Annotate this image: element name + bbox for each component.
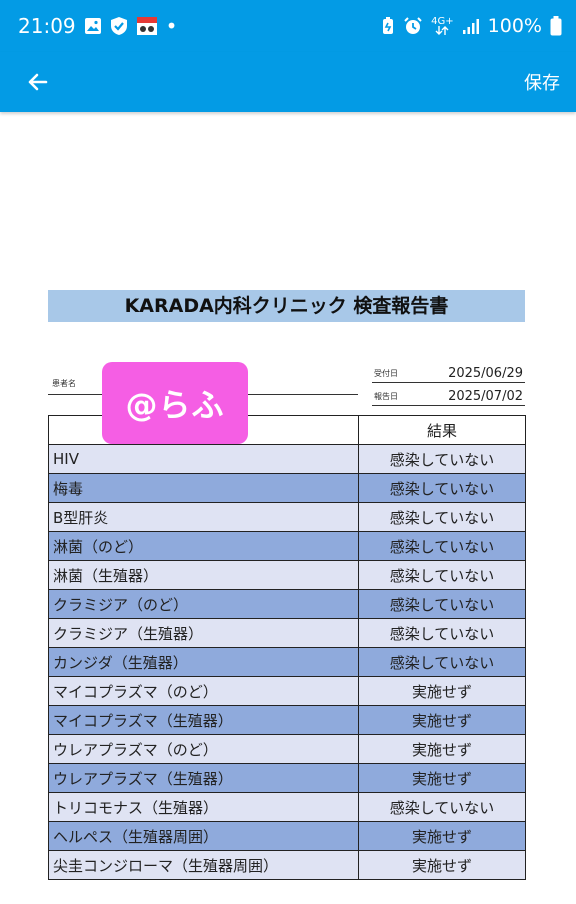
test-result: 感染していない	[358, 444, 526, 474]
test-result: 実施せず	[358, 763, 526, 793]
reported-date: 2025/07/02	[448, 389, 523, 404]
arrow-left-icon	[26, 70, 50, 94]
table-row: マイコプラズマ（のど） 実施せず	[48, 676, 526, 706]
test-result: 感染していない	[358, 560, 526, 590]
test-result: 実施せず	[358, 705, 526, 735]
reported-label: 報告日	[374, 392, 398, 401]
test-result: 実施せず	[358, 821, 526, 851]
test-result: 感染していない	[358, 531, 526, 561]
table-row: 淋菌（のど） 感染していない	[48, 531, 526, 561]
app-badge-icon	[136, 16, 158, 36]
test-result: 実施せず	[358, 676, 526, 706]
table-row: ウレアプラズマ（のど） 実施せず	[48, 734, 526, 764]
patient-label: 患者名	[52, 379, 76, 388]
test-item: HIV	[48, 444, 359, 474]
received-date-row: 受付日 2025/06/29	[372, 362, 525, 383]
test-item: 淋菌（のど）	[48, 531, 359, 561]
status-bar: 21:09 • 4G+ 100%	[0, 0, 576, 52]
signal-icon	[462, 17, 480, 35]
test-result: 実施せず	[358, 850, 526, 880]
test-item: ヘルペス（生殖器周囲）	[48, 821, 359, 851]
table-row: クラミジア（生殖器） 感染していない	[48, 618, 526, 648]
results-table: 検査項目 結果 HIV感染していない 梅毒感染していない B型肝炎感染していない…	[48, 415, 526, 880]
report-document: KARADA内科クリニック 検査報告書 患者名 @らふ 受付日 2025/06/…	[48, 290, 525, 444]
test-item: マイコプラズマ（生殖器）	[48, 705, 359, 735]
test-item: ウレアプラズマ（生殖器）	[48, 763, 359, 793]
network-type: 4G+	[431, 16, 454, 27]
test-result: 実施せず	[358, 734, 526, 764]
test-result: 感染していない	[358, 618, 526, 648]
test-item: マイコプラズマ（のど）	[48, 676, 359, 706]
received-label: 受付日	[374, 369, 398, 378]
reported-date-row: 報告日 2025/07/02	[372, 385, 525, 406]
test-item: 尖圭コンジローマ（生殖器周囲）	[48, 850, 359, 880]
test-item: クラミジア（生殖器）	[48, 618, 359, 648]
test-item: 梅毒	[48, 473, 359, 503]
report-meta: 患者名 @らふ 受付日 2025/06/29 報告日 2025/07/02	[48, 322, 525, 444]
network-icon: 4G+	[431, 17, 454, 35]
status-bar-left: 21:09 •	[18, 14, 177, 38]
table-row: カンジダ（生殖器） 感染していない	[48, 647, 526, 677]
table-row: 淋菌（生殖器） 感染していない	[48, 560, 526, 590]
test-item: B型肝炎	[48, 502, 359, 532]
status-bar-right: 4G+ 100%	[381, 15, 562, 37]
table-row: ウレアプラズマ（生殖器） 実施せず	[48, 763, 526, 793]
table-row: HIV 感染していない	[48, 444, 526, 474]
test-result: 感染していない	[358, 589, 526, 619]
table-row: ヘルペス（生殖器周囲） 実施せず	[48, 821, 526, 851]
table-row: 梅毒 感染していない	[48, 473, 526, 503]
test-result: 感染していない	[358, 647, 526, 677]
back-button[interactable]	[18, 62, 58, 102]
table-row: マイコプラズマ（生殖器） 実施せず	[48, 705, 526, 735]
column-header-result: 結果	[358, 415, 526, 445]
battery-percent: 100%	[487, 15, 542, 37]
test-item: ウレアプラズマ（のど）	[48, 734, 359, 764]
test-result: 感染していない	[358, 473, 526, 503]
username-watermark: @らふ	[102, 362, 248, 444]
test-item: 淋菌（生殖器）	[48, 560, 359, 590]
alarm-icon	[403, 16, 423, 36]
table-row: クラミジア（のど） 感染していない	[48, 589, 526, 619]
image-icon	[84, 17, 102, 35]
save-button[interactable]: 保存	[524, 64, 560, 100]
shield-check-icon	[110, 16, 128, 36]
table-row: トリコモナス（生殖器） 感染していない	[48, 792, 526, 822]
test-result: 感染していない	[358, 502, 526, 532]
status-dot: •	[165, 14, 178, 38]
table-row: 尖圭コンジローマ（生殖器周囲） 実施せず	[48, 850, 526, 880]
test-item: クラミジア（のど）	[48, 589, 359, 619]
status-time: 21:09	[18, 14, 76, 38]
test-result: 感染していない	[358, 792, 526, 822]
battery-saver-icon	[381, 16, 395, 36]
test-item: トリコモナス（生殖器）	[48, 792, 359, 822]
battery-icon	[550, 16, 562, 36]
report-title: KARADA内科クリニック 検査報告書	[48, 290, 525, 322]
table-row: B型肝炎 感染していない	[48, 502, 526, 532]
test-item: カンジダ（生殖器）	[48, 647, 359, 677]
received-date: 2025/06/29	[448, 366, 523, 381]
app-bar: 保存	[0, 52, 576, 112]
